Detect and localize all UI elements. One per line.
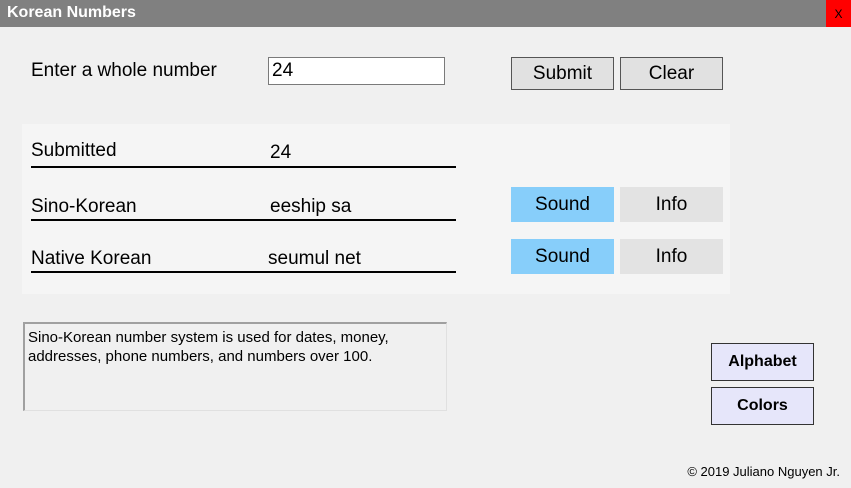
window-title: Korean Numbers: [7, 4, 136, 21]
native-korean-label: Native Korean: [31, 248, 152, 269]
submitted-value: 24: [270, 142, 292, 163]
native-korean-value: seumul net: [268, 248, 361, 269]
native-korean-underline: [31, 271, 456, 273]
sino-sound-button[interactable]: Sound: [511, 187, 614, 222]
submit-button[interactable]: Submit: [511, 57, 614, 90]
sino-korean-label: Sino-Korean: [31, 196, 137, 217]
number-input-label: Enter a whole number: [31, 60, 217, 81]
number-input[interactable]: [268, 57, 445, 85]
sino-korean-value: eeship sa: [270, 196, 352, 217]
sino-korean-underline: [31, 219, 456, 221]
native-info-button[interactable]: Info: [620, 239, 723, 274]
info-textbox[interactable]: Sino-Korean number system is used for da…: [23, 322, 447, 411]
sino-info-button[interactable]: Info: [620, 187, 723, 222]
clear-button[interactable]: Clear: [620, 57, 723, 90]
title-bar: Korean Numbers X: [0, 0, 851, 27]
submitted-underline: [31, 166, 456, 168]
copyright-text: © 2019 Juliano Nguyen Jr.: [687, 464, 840, 479]
native-sound-button[interactable]: Sound: [511, 239, 614, 274]
alphabet-button[interactable]: Alphabet: [711, 343, 814, 381]
close-button[interactable]: X: [826, 0, 851, 27]
colors-button[interactable]: Colors: [711, 387, 814, 425]
submitted-label: Submitted: [31, 140, 117, 161]
